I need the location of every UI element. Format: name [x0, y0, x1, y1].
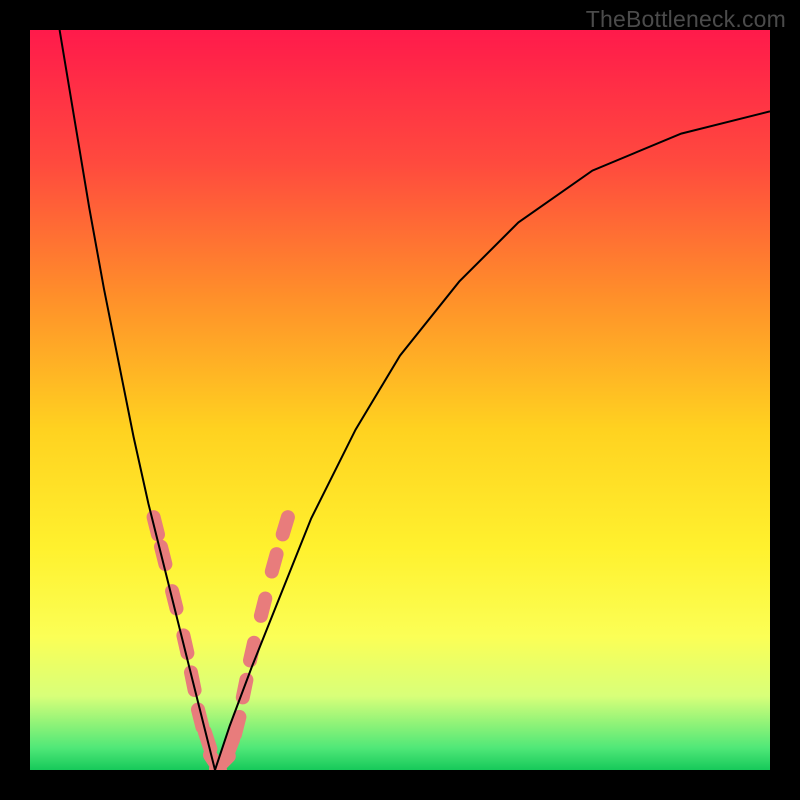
marker-blob — [283, 517, 288, 534]
curves-layer — [30, 30, 770, 770]
watermark-text: TheBottleneck.com — [586, 6, 786, 33]
chart-frame: TheBottleneck.com — [0, 0, 800, 800]
marker-blob — [250, 643, 254, 661]
marker-blob — [227, 739, 234, 756]
marker-blobs — [154, 517, 288, 770]
plot-area — [30, 30, 770, 770]
marker-blob — [235, 717, 239, 734]
marker-blob — [261, 599, 265, 616]
left-branch-curve — [60, 30, 215, 770]
marker-blob — [272, 554, 277, 571]
right-branch-curve — [215, 111, 770, 770]
